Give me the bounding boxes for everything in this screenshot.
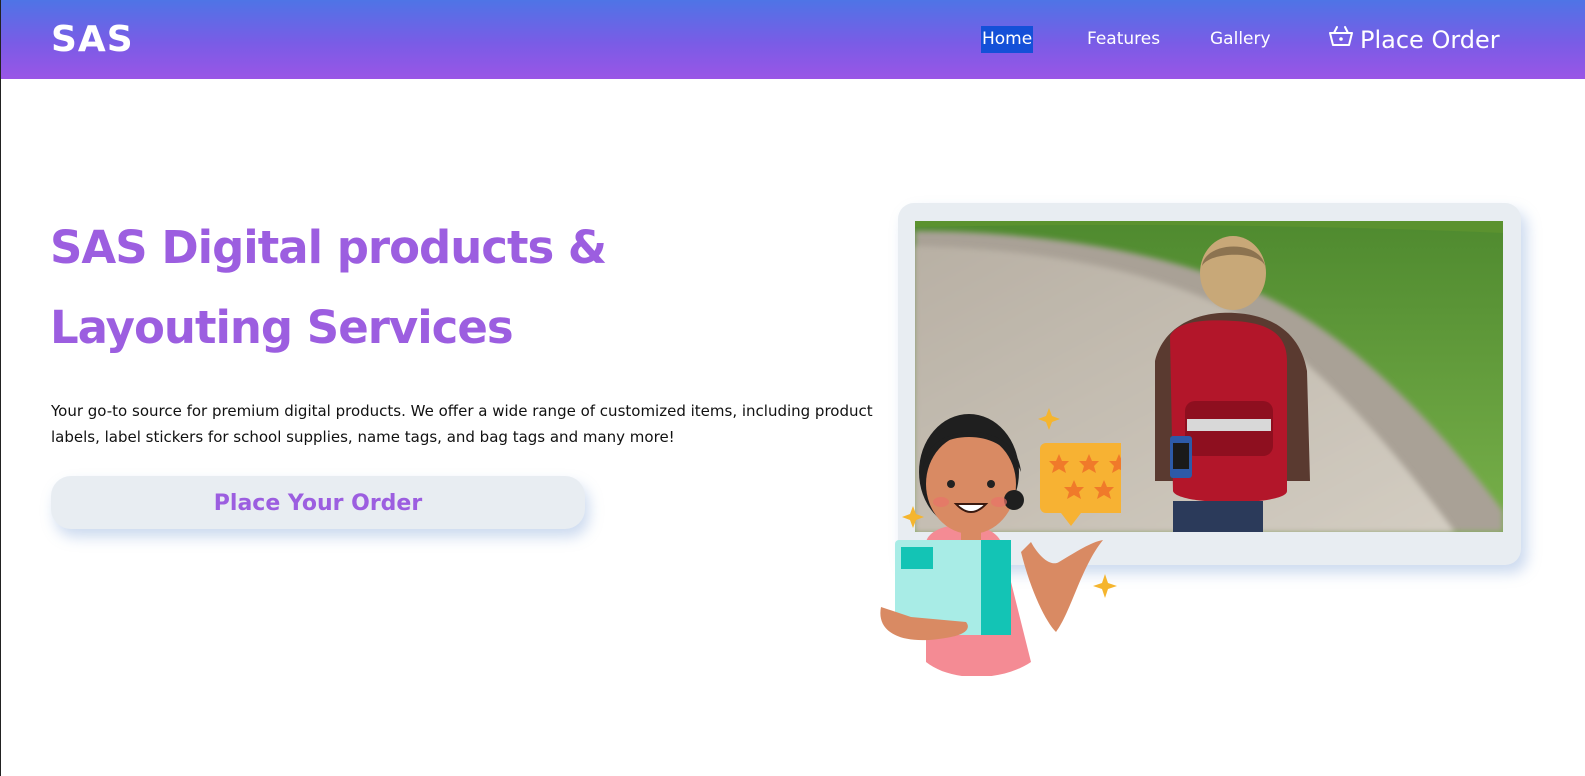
- hero-title: SAS Digital products & Layouting Service…: [50, 221, 607, 354]
- nav-link-home[interactable]: Home: [981, 26, 1034, 53]
- sparkle-icon: [1093, 574, 1117, 598]
- sparkle-icon: [1038, 408, 1060, 430]
- site-logo[interactable]: SAS: [51, 16, 134, 64]
- top-navbar: SAS Home Features Gallery Place Order: [1, 0, 1585, 79]
- nav-link-features[interactable]: Features: [1087, 26, 1160, 53]
- basket-icon: [1329, 26, 1353, 46]
- nav-link-gallery[interactable]: Gallery: [1210, 26, 1271, 53]
- nav-place-order-button[interactable]: Place Order: [1328, 22, 1500, 58]
- hero-description: Your go-to source for premium digital pr…: [51, 402, 873, 446]
- sparkle-icon: [902, 506, 924, 528]
- nav-place-order-label: Place Order: [1360, 26, 1500, 54]
- girl-illustration: [880, 408, 1121, 676]
- page: SAS Home Features Gallery Place Order SA…: [0, 0, 1585, 776]
- place-your-order-button[interactable]: Place Your Order: [51, 476, 585, 529]
